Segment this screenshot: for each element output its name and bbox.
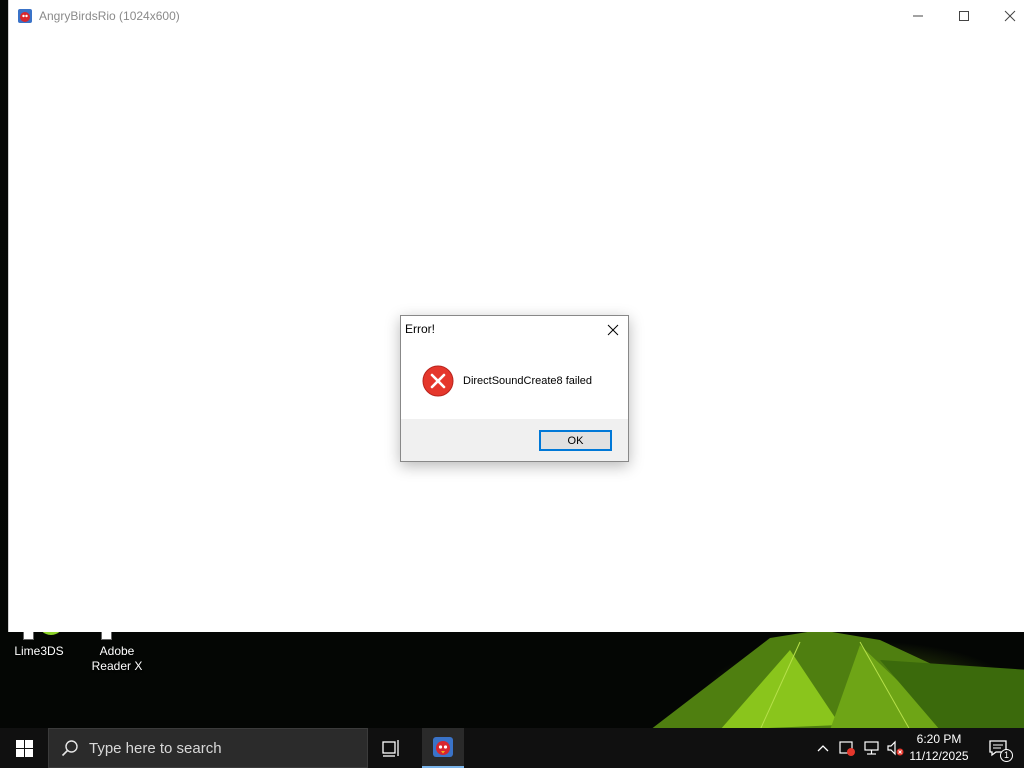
start-button[interactable]	[0, 728, 48, 768]
security-warning-icon	[839, 741, 855, 756]
maximize-icon	[959, 10, 969, 21]
clock-date: 11/12/2025	[909, 749, 969, 763]
taskbar-clock[interactable]: 6:20 PM 11/12/2025	[904, 728, 974, 768]
angry-birds-app-icon	[18, 8, 32, 23]
error-dialog: Error! DirectSoundCreate8 failed OK	[400, 315, 629, 462]
tray-network-button[interactable]	[860, 728, 884, 768]
ok-button[interactable]: OK	[539, 430, 612, 451]
dialog-message: DirectSoundCreate8 failed	[463, 375, 593, 387]
show-hidden-icons-button[interactable]	[812, 728, 834, 768]
volume-muted-icon	[887, 740, 904, 756]
maximize-button[interactable]	[941, 0, 987, 31]
task-view-button[interactable]	[368, 728, 416, 768]
search-icon	[61, 740, 78, 757]
window-titlebar[interactable]: AngryBirdsRio (1024x600)	[9, 0, 1024, 31]
angry-birds-app-icon	[433, 737, 453, 757]
minimize-button[interactable]	[895, 0, 941, 31]
task-view-icon	[382, 740, 399, 757]
clock-time: 6:20 PM	[916, 732, 962, 746]
close-icon	[1004, 10, 1016, 21]
close-button[interactable]	[987, 0, 1024, 31]
taskbar-search[interactable]	[48, 728, 368, 768]
search-input[interactable]	[89, 739, 349, 757]
network-icon	[864, 741, 879, 755]
tray-security-button[interactable]	[836, 728, 858, 768]
action-center-button[interactable]: 1	[978, 728, 1018, 768]
dialog-body: DirectSoundCreate8 failed	[401, 348, 628, 420]
wallpaper-tent	[652, 630, 1024, 728]
minimize-icon	[913, 15, 923, 16]
desktop-icon-label: Adobe Reader X	[91, 644, 143, 673]
error-icon	[422, 365, 454, 397]
desktop-icon-label: Lime3DS	[14, 644, 64, 658]
taskbar: 6:20 PM 11/12/2025 1	[0, 728, 1024, 768]
dialog-close-button[interactable]	[602, 319, 624, 341]
taskbar-app-angry-birds[interactable]	[422, 728, 464, 768]
dialog-footer: OK	[401, 419, 628, 461]
window-title: AngryBirdsRio (1024x600)	[39, 8, 180, 23]
windows-logo-icon	[15, 739, 33, 757]
tray-volume-button[interactable]	[884, 728, 906, 768]
notification-count-badge: 1	[1000, 749, 1013, 762]
close-icon	[607, 324, 619, 336]
dialog-title: Error!	[405, 322, 435, 336]
chevron-up-icon	[817, 745, 829, 752]
